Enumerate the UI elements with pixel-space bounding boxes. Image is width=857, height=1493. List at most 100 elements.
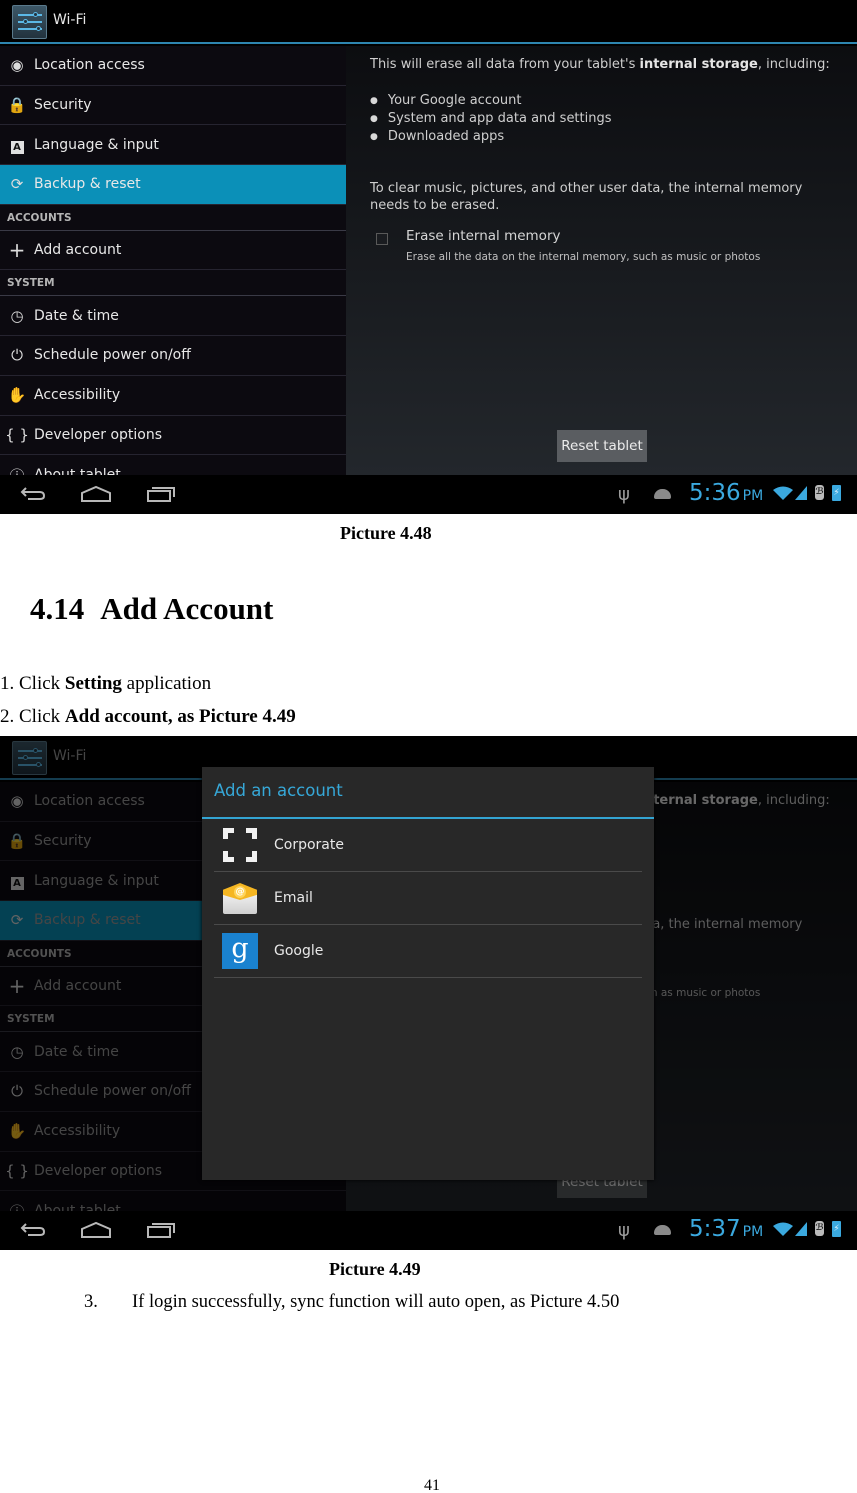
action-bar: Wi-Fi (0, 0, 857, 44)
reset-tablet-button[interactable]: Reset tablet (557, 430, 647, 462)
system-nav-bar: ψ 5:36 PM ℬ ⚡ (0, 475, 857, 514)
settings-sidebar: ◉ Location access 🔒 Security A Language … (0, 46, 346, 485)
erase-memory-title[interactable]: Erase internal memory (406, 228, 560, 244)
recent-apps-icon[interactable] (146, 1221, 176, 1239)
figure-caption: Picture 4.48 (340, 523, 432, 543)
sidebar-item-label: Date & time (34, 307, 119, 324)
add-account-dialog: Add an account Corporate @ Email g Googl… (202, 767, 654, 1180)
erase-memory-checkbox[interactable] (376, 233, 388, 245)
step-text: application (121, 673, 212, 694)
instruction-step: 1. Click Setting application (0, 673, 211, 695)
language-icon: A (0, 136, 34, 154)
sidebar-item-label: Location access (34, 57, 145, 74)
erase-memory-subtitle: Erase all the data on the internal memor… (406, 251, 761, 263)
clock-ampm: PM (742, 488, 764, 504)
clock-time: 5:37 (689, 1216, 741, 1242)
usb-icon: ψ (618, 484, 630, 505)
clock-ampm: PM (742, 1224, 764, 1240)
erase-warning: This will erase all data from your table… (370, 57, 830, 72)
instruction-step: 2. Click Add account, as Picture 4.49 (0, 706, 296, 728)
figure-caption: Picture 4.49 (329, 1259, 421, 1279)
wifi-icon (773, 486, 793, 500)
step-number: 3. (84, 1292, 98, 1312)
home-icon[interactable] (80, 1221, 112, 1239)
home-icon[interactable] (80, 485, 112, 503)
back-icon[interactable] (20, 485, 46, 501)
corporate-icon (222, 827, 258, 863)
sidebar-item-label: Language & input (34, 136, 159, 153)
step-text: 1. Click (0, 673, 65, 694)
section-number: 4.14 (30, 591, 85, 626)
wifi-icon (773, 1222, 793, 1236)
sidebar-item-language-input[interactable]: A Language & input (0, 125, 346, 166)
bluetooth-icon: ℬ (815, 485, 824, 500)
clock-icon: ◷ (10, 306, 24, 325)
account-option-corporate[interactable]: Corporate (214, 819, 642, 872)
action-bar-title: Wi-Fi (53, 12, 87, 28)
email-icon: @ (222, 880, 258, 916)
section-title: Add Account (100, 591, 274, 626)
schedule-power-icon: ⏻ (11, 346, 23, 365)
clock-time: 5:36 (689, 480, 741, 506)
account-option-label: Google (274, 943, 324, 959)
google-icon: g (222, 933, 258, 969)
backup-reset-panel: This will erase all data from your table… (346, 46, 857, 475)
accounts-header: ACCOUNTS (0, 205, 346, 231)
settings-app-icon[interactable] (12, 5, 47, 39)
sidebar-item-backup-reset[interactable]: ⟳ Backup & reset (0, 165, 346, 205)
warning-text: This will erase all data from your table… (370, 57, 640, 72)
step-text: 2. Click (0, 706, 65, 727)
battery-charging-icon: ⚡ (832, 485, 841, 501)
sidebar-item-label: Accessibility (34, 387, 121, 404)
system-nav-bar: ψ 5:37 PM ℬ ⚡ (0, 1211, 857, 1250)
list-item: Downloaded apps (370, 128, 612, 146)
sidebar-item-label: Backup & reset (34, 176, 141, 193)
sidebar-item-label: Security (34, 97, 92, 114)
sidebar-item-date-time[interactable]: ◷ Date & time (0, 296, 346, 337)
sidebar-item-security[interactable]: 🔒 Security (0, 86, 346, 126)
status-clock: 5:37 PM (689, 1216, 763, 1242)
clear-memory-note: To clear music, pictures, and other user… (370, 181, 803, 213)
backup-icon: ⟳ (10, 175, 24, 194)
signal-icon (795, 486, 807, 500)
sidebar-item-label: Developer options (34, 426, 163, 443)
step-text: If login successfully, sync function wil… (132, 1292, 620, 1312)
sidebar-item-accessibility[interactable]: ✋ Accessibility (0, 376, 346, 416)
page-number: 41 (424, 1477, 440, 1493)
sidebar-item-location-access[interactable]: ◉ Location access (0, 46, 346, 86)
android-debug-icon (654, 489, 671, 499)
screenshot-backup-reset: Wi-Fi ◉ Location access 🔒 Security A Lan… (0, 0, 857, 514)
instruction-step: 3. If login successfully, sync function w… (84, 1292, 619, 1313)
erase-list: Your Google account System and app data … (370, 92, 612, 146)
section-heading: 4.14 Add Account (30, 591, 273, 627)
braces-icon: { } (5, 425, 29, 444)
sidebar-item-label: Schedule power on/off (34, 347, 191, 364)
sidebar-item-label: Add account (34, 242, 122, 259)
account-option-label: Corporate (274, 837, 344, 853)
warning-bold: internal storage (639, 57, 758, 72)
sidebar-item-schedule-power[interactable]: ⏻ Schedule power on/off (0, 336, 346, 376)
bluetooth-icon: ℬ (815, 1221, 824, 1236)
account-type-list: Corporate @ Email g Google (214, 819, 642, 978)
back-icon[interactable] (20, 1221, 46, 1237)
list-item: System and app data and settings (370, 110, 612, 128)
sidebar-item-developer-options[interactable]: { } Developer options (0, 416, 346, 456)
plus-icon: + (8, 238, 26, 263)
screenshot-add-account: Wi-Fi ◉Location access 🔒Security ALangua… (0, 736, 857, 1250)
warning-suffix: , including: (757, 57, 830, 72)
system-header: SYSTEM (0, 270, 346, 297)
signal-icon (795, 1222, 807, 1236)
account-option-email[interactable]: @ Email (214, 872, 642, 925)
location-icon: ◉ (10, 56, 24, 75)
hand-icon: ✋ (7, 386, 27, 405)
account-option-label: Email (274, 890, 313, 906)
step-bold: Setting (64, 673, 122, 694)
account-option-google[interactable]: g Google (214, 925, 642, 978)
recent-apps-icon[interactable] (146, 485, 176, 503)
dialog-title: Add an account (214, 781, 343, 800)
status-clock: 5:36 PM (689, 480, 763, 506)
sidebar-item-add-account[interactable]: + Add account (0, 231, 346, 271)
battery-charging-icon: ⚡ (832, 1221, 841, 1237)
lock-icon: 🔒 (7, 96, 27, 115)
list-item: Your Google account (370, 92, 612, 110)
